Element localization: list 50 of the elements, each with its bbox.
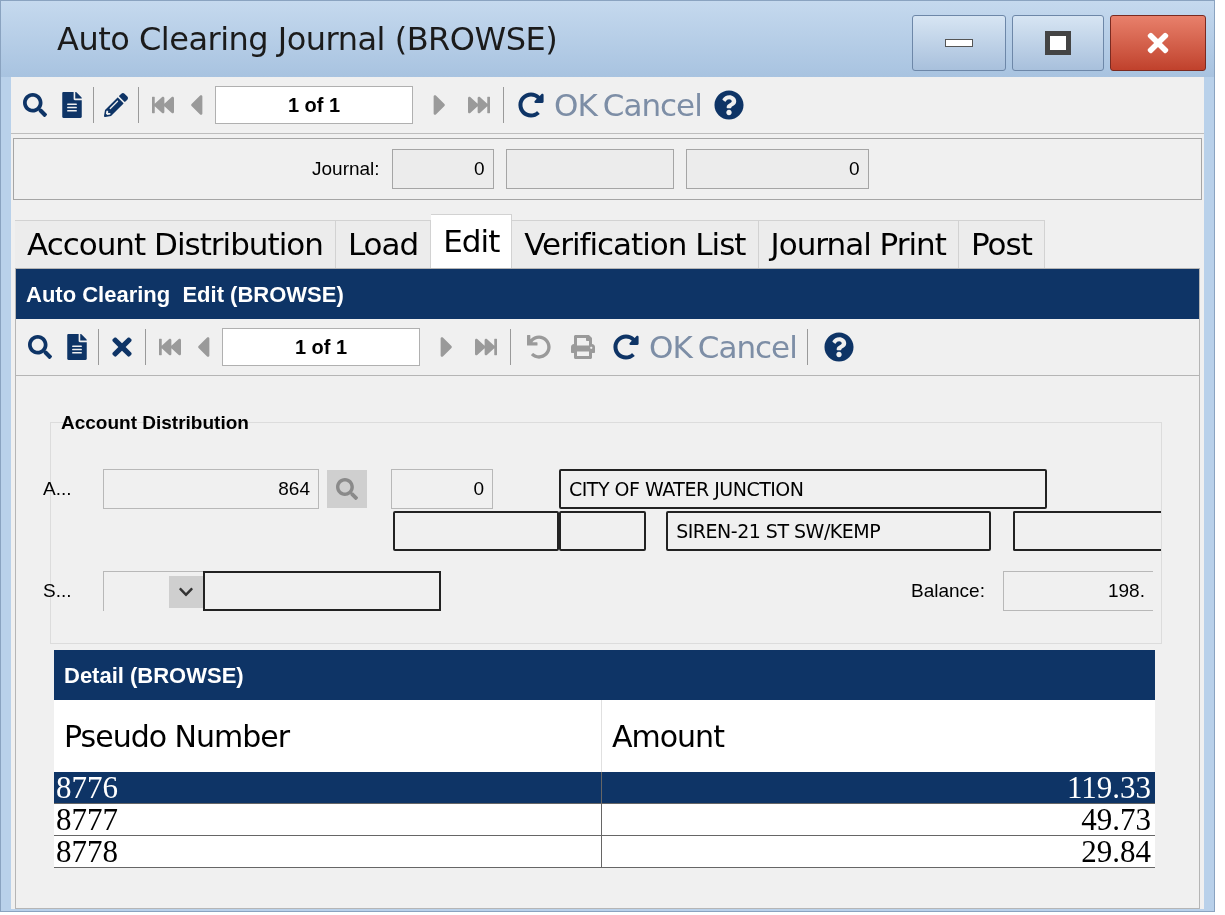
table-cell: 8776 bbox=[54, 772, 602, 803]
maximize-button[interactable] bbox=[1012, 15, 1104, 71]
text-field[interactable] bbox=[393, 511, 560, 551]
tab[interactable]: Account Distribution bbox=[15, 220, 336, 268]
journal-field[interactable]: 0 bbox=[685, 149, 869, 189]
address-field[interactable]: SIREN-21 ST SW/KEMP bbox=[666, 511, 991, 551]
detail-header: Detail (BROWSE) bbox=[54, 650, 1155, 700]
journal-field[interactable]: 0 bbox=[391, 149, 494, 189]
refresh-icon[interactable] bbox=[613, 334, 639, 360]
refresh-icon[interactable] bbox=[518, 92, 544, 118]
table-row[interactable]: 8778 29.84 bbox=[54, 836, 1155, 868]
search-icon[interactable] bbox=[23, 93, 47, 117]
account-field[interactable]: 864 bbox=[103, 469, 319, 509]
table-cell: 8778 bbox=[54, 836, 602, 867]
name-field[interactable]: CITY OF WATER JUNCTION bbox=[559, 469, 1047, 509]
record-field[interactable]: 1 of 1 bbox=[222, 328, 420, 366]
journal-field[interactable] bbox=[505, 149, 674, 189]
column-header[interactable]: Amount bbox=[602, 700, 1155, 772]
dropdown-field[interactable] bbox=[103, 571, 203, 611]
help-icon[interactable] bbox=[713, 90, 744, 120]
table-cell-text: 119.33 bbox=[1065, 772, 1152, 803]
tab[interactable]: Journal Print bbox=[758, 220, 959, 268]
field-label: S... bbox=[43, 578, 73, 603]
balance-field[interactable]: 198. bbox=[1002, 571, 1153, 611]
table-cell-text: 49.73 bbox=[1080, 804, 1152, 835]
tab[interactable]: Verification List bbox=[512, 220, 759, 268]
help-icon[interactable] bbox=[823, 332, 854, 362]
panel-header: Auto Clearing Edit (BROWSE) bbox=[16, 269, 1199, 319]
text-field[interactable] bbox=[559, 511, 647, 551]
minimize-button[interactable] bbox=[912, 15, 1006, 71]
search-icon[interactable] bbox=[28, 335, 52, 359]
pencil-icon[interactable] bbox=[104, 93, 128, 117]
table-row[interactable]: 8776 119.33 bbox=[54, 772, 1155, 804]
close-button[interactable] bbox=[1110, 15, 1206, 71]
tab[interactable]: Load bbox=[335, 220, 432, 268]
text-field[interactable] bbox=[203, 571, 441, 611]
field-label: Balance: bbox=[911, 578, 985, 603]
text-field[interactable] bbox=[1012, 511, 1161, 551]
number-field[interactable]: 0 bbox=[391, 469, 493, 509]
search-icon bbox=[336, 478, 358, 500]
tab[interactable]: Edit bbox=[431, 214, 513, 268]
table-cell-text: 29.84 bbox=[1080, 836, 1152, 867]
field-label: A... bbox=[43, 476, 73, 501]
group-title: Account Distribution bbox=[61, 411, 249, 435]
table-row[interactable]: 8777 49.73 bbox=[54, 804, 1155, 836]
record-field[interactable]: 1 of 1 bbox=[215, 86, 413, 124]
table-cell: 8777 bbox=[54, 804, 602, 835]
field-label: Journal: bbox=[312, 156, 380, 181]
tab[interactable]: Post bbox=[958, 220, 1045, 268]
window-title: Auto Clearing Journal (BROWSE) bbox=[57, 19, 558, 60]
